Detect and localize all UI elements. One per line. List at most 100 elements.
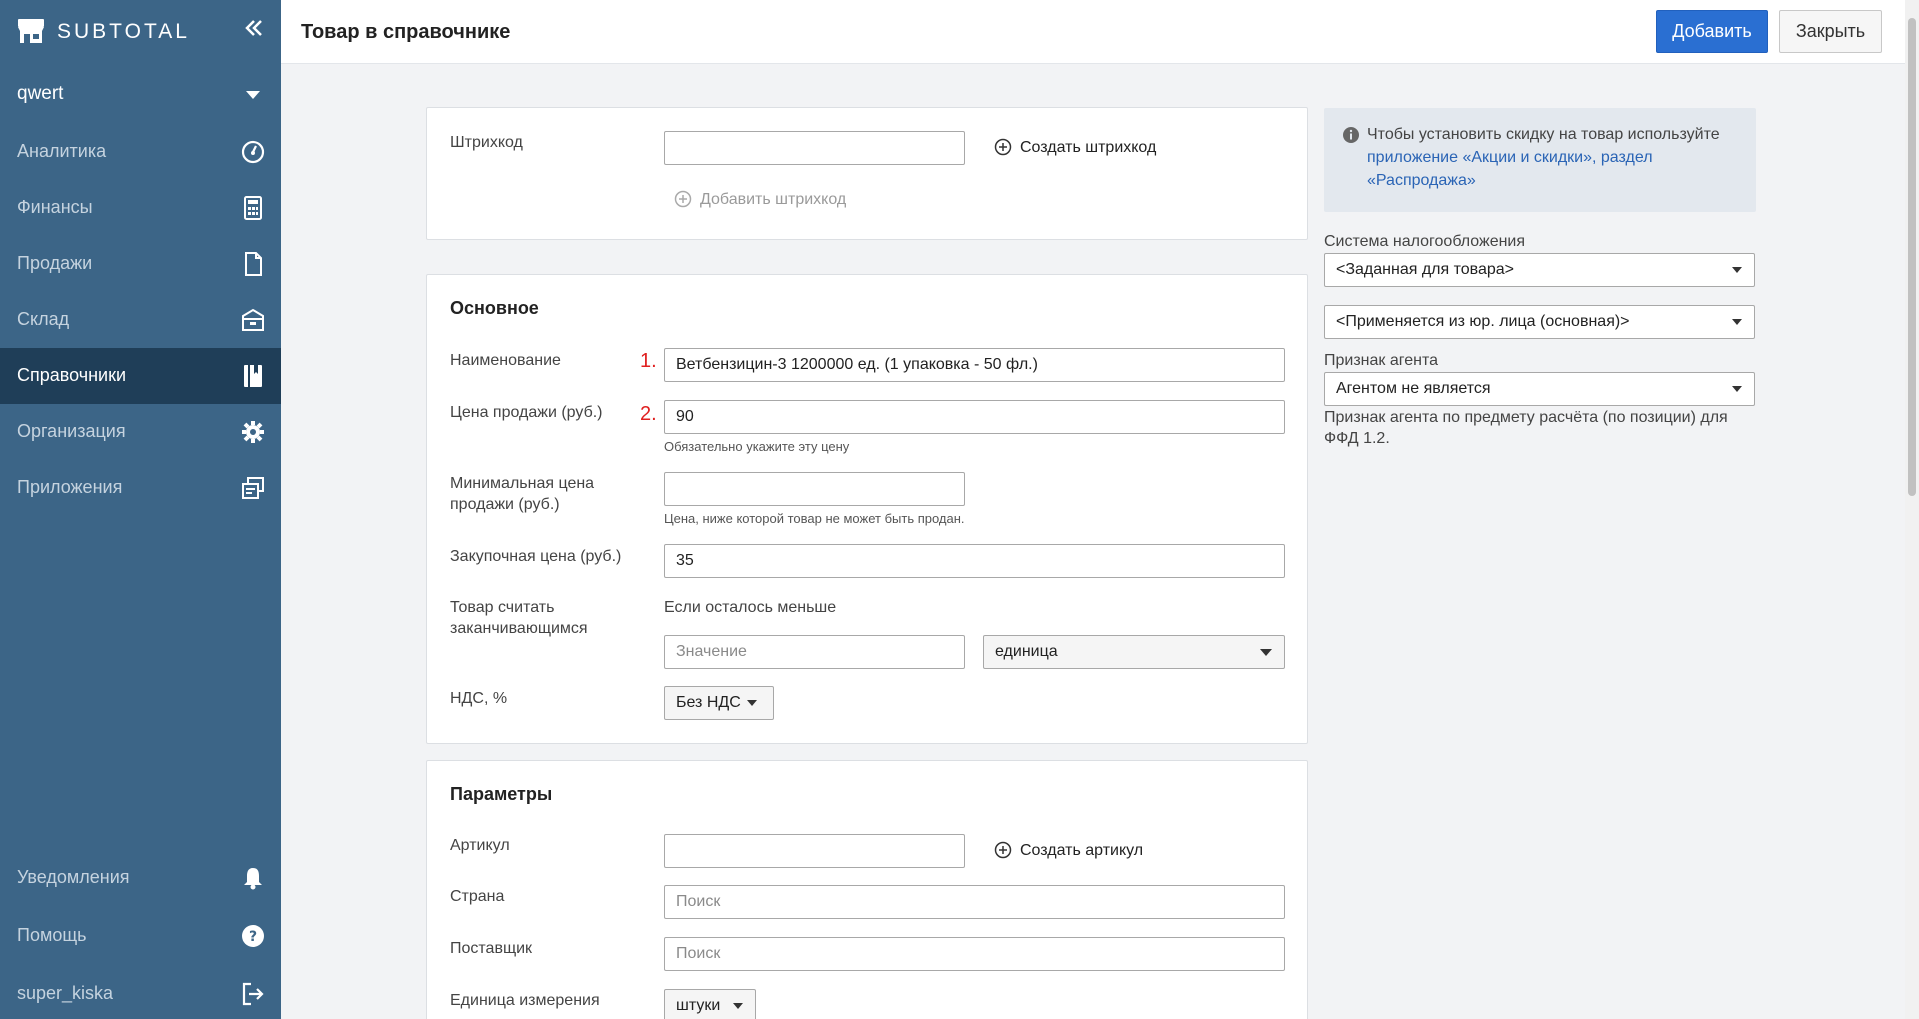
unit-label: Единица измерения xyxy=(450,992,600,1009)
unit-value: штуки xyxy=(676,997,721,1014)
close-button[interactable]: Закрыть xyxy=(1779,10,1882,53)
plus-circle-icon xyxy=(994,138,1012,156)
tax-system-label: Система налогообложения xyxy=(1324,233,1526,250)
info-icon xyxy=(1343,127,1359,143)
sidebar-item-label: Уведомления xyxy=(17,867,130,887)
vat-label: НДС, % xyxy=(450,690,508,707)
sidebar-item-apps[interactable]: Приложения xyxy=(0,460,281,516)
low-stock-unit-select[interactable]: единица xyxy=(983,635,1285,669)
sidebar-item-finance[interactable]: Финансы xyxy=(0,180,281,236)
org-name: qwert xyxy=(17,83,64,104)
sidebar-item-analytics[interactable]: Аналитика xyxy=(0,124,281,180)
sidebar-item-label: Приложения xyxy=(17,477,123,497)
create-barcode-label: Создать штрихкод xyxy=(1020,139,1157,156)
sidebar-item-label: Финансы xyxy=(17,197,93,217)
sidebar-item-organization[interactable]: Организация xyxy=(0,404,281,460)
caret-down-icon xyxy=(1260,649,1272,656)
main-card-title: Основное xyxy=(450,298,539,318)
unit-select[interactable]: штуки xyxy=(664,989,756,1019)
legal-entity-tax-select[interactable]: <Применяется из юр. лица (основная)> xyxy=(1324,305,1755,339)
purchase-price-input[interactable]: 35 xyxy=(664,544,1285,578)
sidebar-item-label: super_kiska xyxy=(17,983,114,1003)
book-icon xyxy=(244,365,262,387)
article-label: Артикул xyxy=(450,837,510,854)
svg-text:?: ? xyxy=(249,929,257,945)
scrollbar[interactable] xyxy=(1905,0,1919,1019)
min-price-input[interactable] xyxy=(664,472,965,506)
legal-entity-tax-value: <Применяется из юр. лица (основная)> xyxy=(1336,313,1630,330)
vat-select[interactable]: Без НДС xyxy=(664,686,774,720)
tax-system-select[interactable]: <Заданная для товара> xyxy=(1324,253,1755,287)
calculator-icon xyxy=(244,196,262,220)
add-button[interactable]: Добавить xyxy=(1656,10,1768,53)
create-barcode-button[interactable]: Создать штрихкод xyxy=(994,138,1156,157)
sidebar-item-notifications[interactable]: Уведомления xyxy=(0,850,281,906)
dashboard-gauge-icon xyxy=(241,140,265,164)
plus-circle-icon xyxy=(994,841,1012,859)
sidebar-item-warehouse[interactable]: Склад xyxy=(0,292,281,348)
low-stock-caption: Если осталось меньше xyxy=(664,599,837,616)
agent-value: Агентом не является xyxy=(1336,380,1491,397)
agent-hint: Признак агента по предмету расчёта (по п… xyxy=(1324,409,1728,447)
discount-info-box: Чтобы установить скидку на товар использ… xyxy=(1324,108,1756,212)
org-switcher[interactable]: qwert xyxy=(0,72,281,116)
sidebar-item-label: Организация xyxy=(17,421,126,441)
sidebar-item-label: Склад xyxy=(17,309,70,329)
caret-down-icon xyxy=(1732,386,1742,392)
caret-down-icon xyxy=(733,1003,743,1009)
sidebar-item-directories[interactable]: Справочники xyxy=(0,348,281,404)
low-stock-value-input[interactable]: Значение xyxy=(664,635,965,669)
logo-text: SUBTOTAL xyxy=(57,20,190,43)
tax-system-value: <Заданная для товара> xyxy=(1336,261,1515,278)
agent-select[interactable]: Агентом не является xyxy=(1324,372,1755,406)
page-title: Товар в справочнике xyxy=(301,21,511,43)
country-search-input[interactable]: Поиск xyxy=(664,885,1285,919)
sidebar-item-user[interactable]: super_kiska xyxy=(0,966,281,1019)
price-marker: 2. xyxy=(640,403,657,425)
add-barcode-label: Добавить штрихкод xyxy=(700,191,847,208)
barcode-input[interactable] xyxy=(664,131,965,165)
logout-icon xyxy=(242,982,264,1006)
sidebar-item-label: Продажи xyxy=(17,253,93,273)
name-input[interactable]: Ветбензицин-3 1200000 ед. (1 упаковка - … xyxy=(664,348,1285,382)
add-barcode-button[interactable]: Добавить штрихкод xyxy=(674,190,846,209)
apps-windows-icon xyxy=(242,477,264,499)
caret-down-icon xyxy=(747,700,757,706)
chevron-down-icon xyxy=(246,91,260,99)
barcode-label: Штрихкод xyxy=(450,134,523,151)
sidebar-item-label: Аналитика xyxy=(17,141,107,161)
logo[interactable]: SUBTOTAL xyxy=(0,0,281,62)
collapse-sidebar-icon[interactable] xyxy=(240,14,268,42)
store-logo-icon xyxy=(18,19,44,43)
article-input[interactable] xyxy=(664,834,965,868)
sidebar-item-sales[interactable]: Продажи xyxy=(0,236,281,292)
agent-label: Признак агента xyxy=(1324,352,1439,369)
price-label: Цена продажи (руб.) xyxy=(450,404,603,421)
supplier-search-input[interactable]: Поиск xyxy=(664,937,1285,971)
country-label: Страна xyxy=(450,888,505,905)
name-label: Наименование xyxy=(450,352,561,369)
page-header: Товар в справочнике Добавить Закрыть xyxy=(281,0,1905,64)
discount-info-message: Чтобы установить скидку на товар использ… xyxy=(1367,126,1720,143)
low-stock-label: Товар считать заканчивающимся xyxy=(450,599,588,637)
caret-down-icon xyxy=(1732,267,1742,273)
sidebar-item-label: Справочники xyxy=(17,365,127,385)
purchase-price-label: Закупочная цена (руб.) xyxy=(450,548,622,565)
document-icon xyxy=(245,252,262,276)
sidebar-item-help[interactable]: Помощь ? xyxy=(0,908,281,964)
discounts-app-link[interactable]: приложение «Акции и скидки», раздел «Рас… xyxy=(1367,149,1653,189)
create-article-button[interactable]: Создать артикул xyxy=(994,841,1143,860)
help-icon: ? xyxy=(242,925,264,947)
sidebar: SUBTOTAL qwert Аналитика Финансы Продажи xyxy=(0,0,281,1019)
bell-icon xyxy=(244,868,262,890)
scrollbar-thumb[interactable] xyxy=(1908,18,1916,496)
min-price-hint: Цена, ниже которой товар не может быть п… xyxy=(664,511,965,526)
caret-down-icon xyxy=(1732,319,1742,325)
plus-circle-icon xyxy=(674,190,692,208)
supplier-label: Поставщик xyxy=(450,940,533,957)
vat-value: Без НДС xyxy=(676,694,741,711)
main-card: Основное Наименование 1. Ветбензицин-3 1… xyxy=(426,274,1308,744)
params-card: Параметры Артикул Создать артикул Страна… xyxy=(426,760,1308,1019)
price-input[interactable]: 90 xyxy=(664,400,1285,434)
name-marker: 1. xyxy=(640,350,657,372)
